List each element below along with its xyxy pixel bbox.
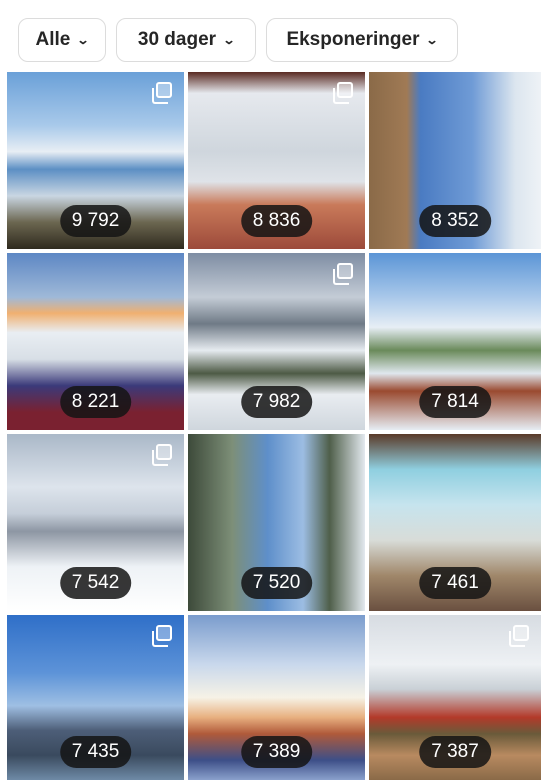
post-impressions: 7 435: [59, 736, 132, 768]
filter-period-dropdown[interactable]: 30 dager ⌄: [116, 18, 256, 62]
post-tile-window-yoga[interactable]: 8 836: [188, 72, 365, 249]
post-impressions: 7 814: [419, 386, 491, 418]
filter-type-dropdown[interactable]: Alle ⌄: [18, 18, 106, 62]
post-impressions: 8 352: [419, 205, 491, 237]
post-impressions: 7 461: [419, 567, 491, 599]
post-tile-lake[interactable]: 9 792: [7, 72, 184, 249]
carousel-icon: [152, 625, 172, 647]
carousel-icon: [333, 82, 353, 104]
filter-bar: Alle ⌄ 30 dager ⌄ Eksponeringer ⌄: [0, 0, 541, 72]
carousel-icon: [152, 82, 172, 104]
post-tile-snow-road[interactable]: 7 982: [188, 253, 365, 430]
post-impressions: 9 792: [59, 205, 132, 237]
chevron-down-icon: ⌄: [425, 33, 440, 47]
filter-type-label: Alle: [35, 29, 71, 50]
post-tile-ice-cave[interactable]: 7 461: [369, 434, 541, 611]
chevron-down-icon: ⌄: [76, 33, 90, 47]
post-impressions: 7 542: [59, 567, 132, 599]
post-impressions: 7 520: [240, 567, 313, 599]
post-tile-cabin-view[interactable]: 8 352: [369, 72, 541, 249]
post-impressions: 8 836: [240, 205, 313, 237]
post-tile-fjord[interactable]: 7 435: [7, 615, 184, 780]
post-tile-skiers[interactable]: 7 389: [188, 615, 365, 780]
post-tile-window-flowers[interactable]: 7 387: [369, 615, 541, 780]
post-impressions: 7 389: [240, 736, 313, 768]
chevron-down-icon: ⌄: [222, 33, 236, 47]
post-tile-snowy-trees[interactable]: 7 520: [188, 434, 365, 611]
post-impressions: 7 982: [240, 386, 313, 418]
carousel-icon: [152, 444, 172, 466]
post-tile-snowy-village[interactable]: 7 814: [369, 253, 541, 430]
post-tile-snow-hikers[interactable]: 7 542: [7, 434, 184, 611]
post-impressions: 8 221: [59, 386, 132, 418]
filter-period-label: 30 dager: [137, 29, 217, 50]
filter-metric-dropdown[interactable]: Eksponeringer ⌄: [266, 18, 458, 62]
post-impressions: 7 387: [419, 736, 491, 768]
carousel-icon: [333, 263, 353, 285]
post-grid: 9 792 8 836 8 352 8 221 7 982 7 814 7 54…: [0, 72, 541, 780]
carousel-icon: [509, 625, 529, 647]
filter-metric-label: Eksponeringer: [286, 29, 420, 50]
post-tile-sunset-couple[interactable]: 8 221: [7, 253, 184, 430]
